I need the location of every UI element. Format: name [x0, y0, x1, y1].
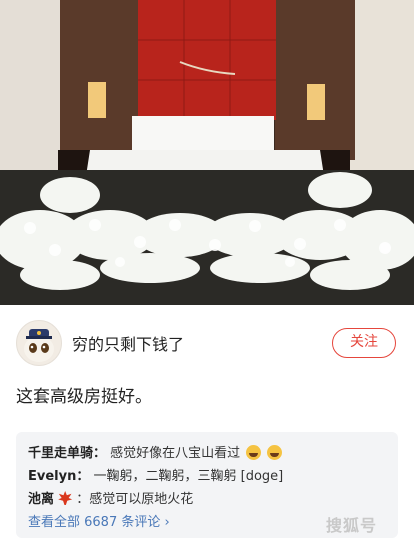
- watermark: 搜狐号: [326, 516, 378, 535]
- crying-laugh-icon: [267, 445, 283, 460]
- post-header: 穷的只剩下钱了 关注: [0, 305, 414, 375]
- comment-author[interactable]: Evelyn：: [28, 469, 89, 484]
- chevron-right-icon: ›: [160, 515, 170, 530]
- maple-leaf-icon: [58, 491, 73, 505]
- comment-text: ：感觉可以原地火花: [76, 492, 194, 507]
- view-all-label: 查看全部 6687 条评论: [28, 515, 161, 530]
- username[interactable]: 穷的只剩下钱了: [72, 331, 184, 355]
- comment-author[interactable]: 千里走单骑：: [28, 446, 106, 461]
- post-text: 这套高级房挺好。: [16, 387, 152, 407]
- view-all-comments-link[interactable]: 查看全部 6687 条评论 ›: [28, 511, 170, 530]
- comment-item[interactable]: Evelyn： 一鞠躬，二鞠躬，三鞠躬 [doge]: [28, 465, 283, 484]
- crying-laugh-icon: [246, 445, 262, 460]
- follow-button[interactable]: 关注: [332, 328, 396, 358]
- post-image[interactable]: [0, 0, 414, 305]
- comment-item[interactable]: 千里走单骑： 感觉好像在八宝山看过: [28, 442, 283, 461]
- comment-text: 一鞠躬，二鞠躬，三鞠躬 [doge]: [93, 469, 284, 484]
- comment-author[interactable]: 池离: [28, 492, 54, 507]
- comment-text: 感觉好像在八宝山看过: [110, 446, 241, 461]
- comment-item[interactable]: 池离 ：感觉可以原地火花: [28, 488, 193, 507]
- avatar[interactable]: [16, 320, 62, 366]
